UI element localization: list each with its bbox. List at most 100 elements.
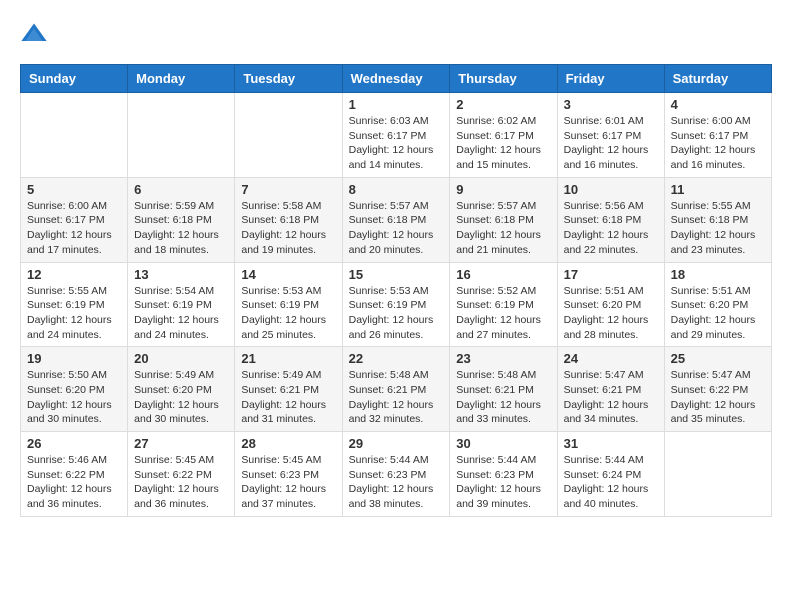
page-header bbox=[20, 20, 772, 48]
day-number: 11 bbox=[671, 182, 765, 197]
day-info: Sunrise: 5:44 AM Sunset: 6:23 PM Dayligh… bbox=[456, 453, 550, 512]
day-info: Sunrise: 5:59 AM Sunset: 6:18 PM Dayligh… bbox=[134, 199, 228, 258]
weekday-header-friday: Friday bbox=[557, 65, 664, 93]
day-cell: 5 Sunrise: 6:00 AM Sunset: 6:17 PM Daylig… bbox=[21, 177, 128, 262]
logo bbox=[20, 20, 52, 48]
day-cell: 16 Sunrise: 5:52 AM Sunset: 6:19 PM Dayli… bbox=[450, 262, 557, 347]
day-cell: 25Sunrise: 5:47 AM Sunset: 6:22 PM Dayli… bbox=[664, 347, 771, 432]
day-cell: 7Sunrise: 5:58 AM Sunset: 6:18 PM Daylig… bbox=[235, 177, 342, 262]
day-number: 13 bbox=[134, 267, 228, 282]
week-row-1: 1 Sunrise: 6:03 AM Sunset: 6:17 PM Daylig… bbox=[21, 93, 772, 178]
day-info: Sunrise: 5:57 AM Sunset: 6:18 PM Dayligh… bbox=[349, 199, 444, 258]
weekday-header-monday: Monday bbox=[128, 65, 235, 93]
weekday-header-sunday: Sunday bbox=[21, 65, 128, 93]
day-number: 12 bbox=[27, 267, 121, 282]
day-cell: 3Sunrise: 6:01 AM Sunset: 6:17 PM Daylig… bbox=[557, 93, 664, 178]
day-info: Sunrise: 5:44 AM Sunset: 6:24 PM Dayligh… bbox=[564, 453, 658, 512]
day-number: 17 bbox=[564, 267, 658, 282]
day-number: 23 bbox=[456, 351, 550, 366]
day-number: 2 bbox=[456, 97, 550, 112]
weekday-header-saturday: Saturday bbox=[664, 65, 771, 93]
day-cell: 12 Sunrise: 5:55 AM Sunset: 6:19 PM Dayli… bbox=[21, 262, 128, 347]
day-cell: 1 Sunrise: 6:03 AM Sunset: 6:17 PM Daylig… bbox=[342, 93, 450, 178]
day-number: 14 bbox=[241, 267, 335, 282]
day-info: Sunrise: 5:55 AM Sunset: 6:19 PM Dayligh… bbox=[27, 284, 121, 343]
day-info: Sunrise: 5:53 AM Sunset: 6:19 PM Dayligh… bbox=[349, 284, 444, 343]
day-cell: 20 Sunrise: 5:49 AM Sunset: 6:20 PM Dayli… bbox=[128, 347, 235, 432]
day-info: Sunrise: 5:51 AM Sunset: 6:20 PM Dayligh… bbox=[564, 284, 658, 343]
day-info: Sunrise: 5:53 AM Sunset: 6:19 PM Dayligh… bbox=[241, 284, 335, 343]
day-cell: 9 Sunrise: 5:57 AM Sunset: 6:18 PM Daylig… bbox=[450, 177, 557, 262]
day-number: 18 bbox=[671, 267, 765, 282]
day-info: Sunrise: 5:49 AM Sunset: 6:20 PM Dayligh… bbox=[134, 368, 228, 427]
day-number: 24 bbox=[564, 351, 658, 366]
week-row-5: 26 Sunrise: 5:46 AM Sunset: 6:22 PM Dayli… bbox=[21, 432, 772, 517]
day-cell: 21 Sunrise: 5:49 AM Sunset: 6:21 PM Dayli… bbox=[235, 347, 342, 432]
calendar-table: SundayMondayTuesdayWednesdayThursdayFrid… bbox=[20, 64, 772, 517]
day-info: Sunrise: 6:00 AM Sunset: 6:17 PM Dayligh… bbox=[27, 199, 121, 258]
day-cell: 13 Sunrise: 5:54 AM Sunset: 6:19 PM Dayli… bbox=[128, 262, 235, 347]
day-info: Sunrise: 5:50 AM Sunset: 6:20 PM Dayligh… bbox=[27, 368, 121, 427]
day-cell: 22 Sunrise: 5:48 AM Sunset: 6:21 PM Dayli… bbox=[342, 347, 450, 432]
day-cell bbox=[235, 93, 342, 178]
day-cell: 27Sunrise: 5:45 AM Sunset: 6:22 PM Dayli… bbox=[128, 432, 235, 517]
day-number: 22 bbox=[349, 351, 444, 366]
day-cell: 6 Sunrise: 5:59 AM Sunset: 6:18 PM Daylig… bbox=[128, 177, 235, 262]
day-info: Sunrise: 5:48 AM Sunset: 6:21 PM Dayligh… bbox=[349, 368, 444, 427]
day-info: Sunrise: 5:48 AM Sunset: 6:21 PM Dayligh… bbox=[456, 368, 550, 427]
day-cell: 19 Sunrise: 5:50 AM Sunset: 6:20 PM Dayli… bbox=[21, 347, 128, 432]
day-number: 26 bbox=[27, 436, 121, 451]
week-row-3: 12 Sunrise: 5:55 AM Sunset: 6:19 PM Dayli… bbox=[21, 262, 772, 347]
weekday-header-wednesday: Wednesday bbox=[342, 65, 450, 93]
day-number: 31 bbox=[564, 436, 658, 451]
day-info: Sunrise: 5:56 AM Sunset: 6:18 PM Dayligh… bbox=[564, 199, 658, 258]
day-number: 19 bbox=[27, 351, 121, 366]
day-cell bbox=[128, 93, 235, 178]
day-info: Sunrise: 5:49 AM Sunset: 6:21 PM Dayligh… bbox=[241, 368, 335, 427]
day-cell: 8 Sunrise: 5:57 AM Sunset: 6:18 PM Daylig… bbox=[342, 177, 450, 262]
day-cell: 26 Sunrise: 5:46 AM Sunset: 6:22 PM Dayli… bbox=[21, 432, 128, 517]
day-info: Sunrise: 5:45 AM Sunset: 6:23 PM Dayligh… bbox=[241, 453, 335, 512]
day-number: 7 bbox=[241, 182, 335, 197]
day-cell: 15 Sunrise: 5:53 AM Sunset: 6:19 PM Dayli… bbox=[342, 262, 450, 347]
day-cell bbox=[21, 93, 128, 178]
day-info: Sunrise: 5:51 AM Sunset: 6:20 PM Dayligh… bbox=[671, 284, 765, 343]
day-cell: 24Sunrise: 5:47 AM Sunset: 6:21 PM Dayli… bbox=[557, 347, 664, 432]
day-info: Sunrise: 5:44 AM Sunset: 6:23 PM Dayligh… bbox=[349, 453, 444, 512]
day-number: 29 bbox=[349, 436, 444, 451]
weekday-header-thursday: Thursday bbox=[450, 65, 557, 93]
day-number: 15 bbox=[349, 267, 444, 282]
day-cell: 10Sunrise: 5:56 AM Sunset: 6:18 PM Dayli… bbox=[557, 177, 664, 262]
weekday-header-row: SundayMondayTuesdayWednesdayThursdayFrid… bbox=[21, 65, 772, 93]
day-cell: 31 Sunrise: 5:44 AM Sunset: 6:24 PM Dayli… bbox=[557, 432, 664, 517]
day-info: Sunrise: 5:55 AM Sunset: 6:18 PM Dayligh… bbox=[671, 199, 765, 258]
day-number: 5 bbox=[27, 182, 121, 197]
day-number: 6 bbox=[134, 182, 228, 197]
day-cell: 17 Sunrise: 5:51 AM Sunset: 6:20 PM Dayli… bbox=[557, 262, 664, 347]
day-info: Sunrise: 5:52 AM Sunset: 6:19 PM Dayligh… bbox=[456, 284, 550, 343]
day-cell: 11 Sunrise: 5:55 AM Sunset: 6:18 PM Dayli… bbox=[664, 177, 771, 262]
day-info: Sunrise: 5:45 AM Sunset: 6:22 PM Dayligh… bbox=[134, 453, 228, 512]
day-cell: 4 Sunrise: 6:00 AM Sunset: 6:17 PM Daylig… bbox=[664, 93, 771, 178]
day-number: 4 bbox=[671, 97, 765, 112]
day-number: 20 bbox=[134, 351, 228, 366]
day-number: 21 bbox=[241, 351, 335, 366]
week-row-4: 19 Sunrise: 5:50 AM Sunset: 6:20 PM Dayli… bbox=[21, 347, 772, 432]
day-number: 1 bbox=[349, 97, 444, 112]
day-number: 16 bbox=[456, 267, 550, 282]
day-info: Sunrise: 6:00 AM Sunset: 6:17 PM Dayligh… bbox=[671, 114, 765, 173]
day-info: Sunrise: 5:47 AM Sunset: 6:22 PM Dayligh… bbox=[671, 368, 765, 427]
day-cell: 28Sunrise: 5:45 AM Sunset: 6:23 PM Dayli… bbox=[235, 432, 342, 517]
day-number: 30 bbox=[456, 436, 550, 451]
day-number: 9 bbox=[456, 182, 550, 197]
day-info: Sunrise: 5:57 AM Sunset: 6:18 PM Dayligh… bbox=[456, 199, 550, 258]
day-number: 8 bbox=[349, 182, 444, 197]
day-cell: 23 Sunrise: 5:48 AM Sunset: 6:21 PM Dayli… bbox=[450, 347, 557, 432]
day-info: Sunrise: 6:03 AM Sunset: 6:17 PM Dayligh… bbox=[349, 114, 444, 173]
day-info: Sunrise: 5:46 AM Sunset: 6:22 PM Dayligh… bbox=[27, 453, 121, 512]
weekday-header-tuesday: Tuesday bbox=[235, 65, 342, 93]
day-info: Sunrise: 6:01 AM Sunset: 6:17 PM Dayligh… bbox=[564, 114, 658, 173]
day-info: Sunrise: 5:54 AM Sunset: 6:19 PM Dayligh… bbox=[134, 284, 228, 343]
day-cell bbox=[664, 432, 771, 517]
day-cell: 29 Sunrise: 5:44 AM Sunset: 6:23 PM Dayli… bbox=[342, 432, 450, 517]
